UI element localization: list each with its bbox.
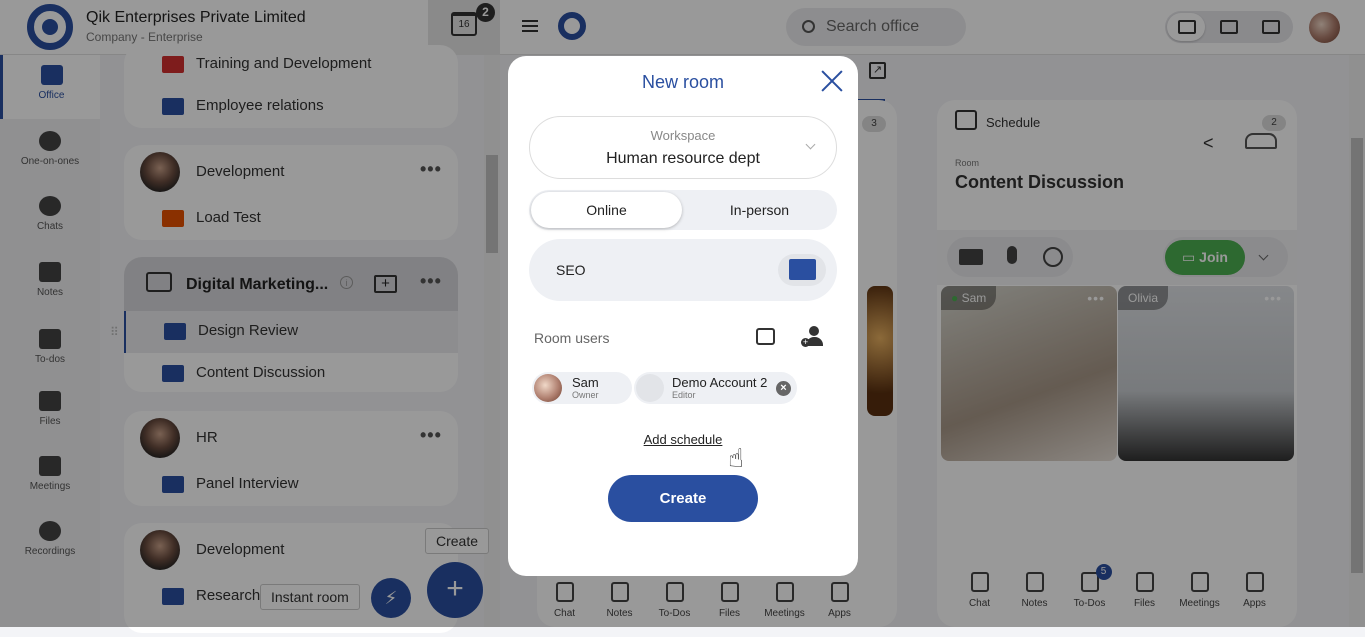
workspace-select[interactable]: Workspace Human resource dept [529, 116, 837, 179]
pointer-cursor-icon: ☝ [728, 443, 744, 473]
remove-user-icon[interactable]: × [776, 381, 791, 396]
workspace-value: Human resource dept [606, 150, 760, 167]
add-user-icon[interactable]: + [801, 326, 823, 348]
room-color-picker[interactable] [778, 254, 826, 286]
user-chip-editor: Demo Account 2 Editor × [634, 372, 797, 404]
user-name: Sam [572, 375, 599, 390]
color-swatch [789, 259, 816, 280]
dialog-title: New room [641, 72, 725, 92]
room-type-toggle: Online In-person [529, 190, 837, 230]
online-option[interactable]: Online [531, 192, 682, 228]
add-schedule-link[interactable]: Add schedule [508, 432, 858, 447]
new-room-dialog: New room Workspace Human resource dept O… [508, 56, 858, 576]
user-name: Demo Account 2 [672, 375, 768, 390]
room-name-value: SEO [556, 262, 586, 278]
close-icon[interactable] [821, 70, 843, 92]
in-person-option[interactable]: In-person [684, 192, 835, 228]
user-role: Owner [572, 390, 599, 400]
default-avatar-icon [636, 374, 664, 402]
room-name-input[interactable]: SEO [529, 239, 837, 301]
scan-icon[interactable] [756, 328, 775, 345]
avatar [534, 374, 562, 402]
room-users-label: Room users [534, 330, 610, 346]
user-chip-owner: Sam Owner [532, 372, 632, 404]
user-role: Editor [672, 390, 696, 400]
workspace-label: Workspace [650, 128, 716, 143]
create-button[interactable]: Create [608, 475, 758, 522]
